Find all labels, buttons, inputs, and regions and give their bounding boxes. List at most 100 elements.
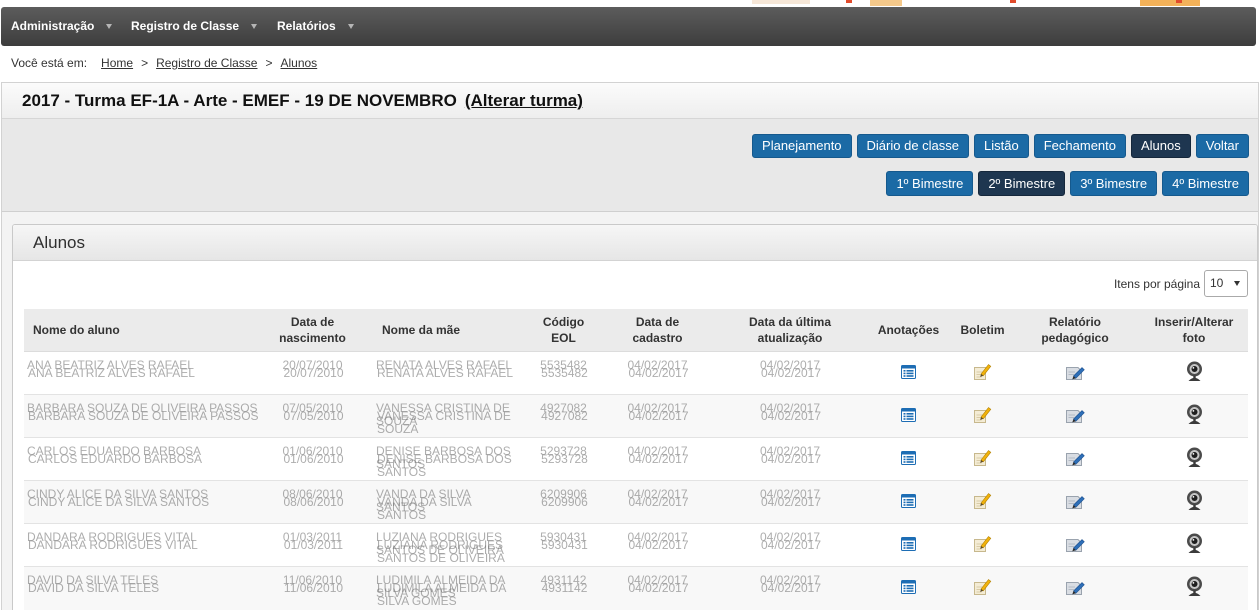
students-button[interactable]: Alunos xyxy=(1131,134,1191,158)
period-button-group: 1º Bimestre 2º Bimestre 3º Bimestre 4º B… xyxy=(886,171,1249,196)
per-page-value: 10 xyxy=(1210,276,1224,290)
annotations-icon[interactable] xyxy=(901,364,916,379)
registration-date-text: 04/02/2017 04/02/2017 xyxy=(600,488,715,509)
mother-name-cell: DENISE BARBOSA DOS SANTOS DENISE BARBOSA … xyxy=(360,437,530,481)
banner-decoration xyxy=(846,0,852,3)
notepad-pencil-icon-cell xyxy=(955,351,1010,395)
mother-name-cell: RENATA ALVES RAFAEL RENATA ALVES RAFAEL xyxy=(360,351,530,395)
breadcrumb-alunos-link[interactable]: Alunos xyxy=(280,56,317,70)
nav-menu-administracao[interactable]: Administração xyxy=(11,7,113,46)
webcam-icon-cell xyxy=(1140,523,1248,567)
nav-menu-registro-de-classe[interactable]: Registro de Classe xyxy=(131,7,258,46)
planning-button[interactable]: Planejamento xyxy=(752,134,852,158)
period-2-button[interactable]: 2º Bimestre xyxy=(978,171,1066,196)
period-1-button[interactable]: 1º Bimestre xyxy=(886,171,974,196)
last-update-date-text: 04/02/2017 04/02/2017 xyxy=(721,574,859,595)
webcam-icon[interactable] xyxy=(1186,490,1203,511)
change-class-link[interactable]: (Alterar turma) xyxy=(465,91,583,110)
annotations-icon[interactable] xyxy=(901,536,916,551)
document-pencil-icon[interactable] xyxy=(1065,406,1086,424)
column-header-photo: Inserir/Alterar foto xyxy=(1140,309,1248,352)
notepad-pencil-icon[interactable] xyxy=(973,577,992,596)
period-3-button[interactable]: 3º Bimestre xyxy=(1070,171,1158,196)
last-update-date-ghost: 04/02/2017 xyxy=(760,581,822,595)
column-header-label: Boletim xyxy=(960,323,1005,337)
table-row: DANDARA RODRIGUES VITAL DANDARA RODRIGUES… xyxy=(24,523,1248,567)
registration-date-ghost: 04/02/2017 xyxy=(628,538,689,552)
document-pencil-icon[interactable] xyxy=(1065,492,1086,510)
table-header-row: Nome do aluno Data de nascimento Nome da… xyxy=(24,309,1248,352)
mother-name-text: LUZIANA RODRIGUES SANTOS DE OLIVEIRA LUZI… xyxy=(376,531,522,565)
birth-date-cell: 07/05/2010 07/05/2010 xyxy=(265,394,360,438)
registration-date-text: 04/02/2017 04/02/2017 xyxy=(600,402,715,423)
closing-button[interactable]: Fechamento xyxy=(1033,134,1126,158)
listao-button[interactable]: Listão xyxy=(974,134,1029,158)
birth-date-ghost: 11/06/2010 xyxy=(283,581,344,595)
students-table-body: ANA BEATRIZ ALVES RAFAEL ANA BEATRIZ ALVE… xyxy=(24,351,1248,610)
eol-code-text: 5293728 5293728 xyxy=(533,445,594,466)
eol-code-cell: 5535482 5535482 xyxy=(530,351,597,395)
last-update-date-cell: 04/02/2017 04/02/2017 xyxy=(718,394,862,438)
eol-code-ghost: 4931142 xyxy=(541,581,588,595)
annotations-icon-cell xyxy=(862,394,955,438)
per-page-select[interactable]: 10 xyxy=(1204,270,1248,297)
birth-date-text: 07/05/2010 07/05/2010 xyxy=(268,402,357,423)
notepad-pencil-icon[interactable] xyxy=(973,534,992,553)
webcam-icon[interactable] xyxy=(1186,447,1203,468)
annotations-icon-cell xyxy=(862,566,955,610)
student-name-cell: DAVID DA SILVA TELES DAVID DA SILVA TELES xyxy=(24,566,265,610)
column-header-label: Código EOL xyxy=(542,315,585,345)
period-4-button[interactable]: 4º Bimestre xyxy=(1162,171,1249,196)
annotations-icon[interactable] xyxy=(901,493,916,508)
class-diary-button[interactable]: Diário de classe xyxy=(856,134,970,158)
per-page-control: Itens por página 10 xyxy=(1114,270,1248,297)
notepad-pencil-icon[interactable] xyxy=(973,405,992,424)
mother-name-cell: VANDA DA SILVA SANTOS VANDA DA SILVA SANT… xyxy=(360,480,530,524)
column-header-mother-name[interactable]: Nome da mãe xyxy=(360,309,530,352)
eol-code-cell: 4931142 4931142 xyxy=(530,566,597,610)
notepad-pencil-icon-cell xyxy=(955,394,1010,438)
column-header-birth-date[interactable]: Data de nascimento xyxy=(265,309,360,352)
chevron-down-icon xyxy=(106,24,113,30)
webcam-icon[interactable] xyxy=(1186,404,1203,425)
chevron-down-icon xyxy=(1234,281,1240,286)
document-pencil-icon[interactable] xyxy=(1065,578,1086,596)
registration-date-ghost: 04/02/2017 xyxy=(628,366,689,380)
document-pencil-icon-cell xyxy=(1010,480,1140,524)
notepad-pencil-icon[interactable] xyxy=(973,448,992,467)
breadcrumb-registro-link[interactable]: Registro de Classe xyxy=(156,56,257,70)
back-button[interactable]: Voltar xyxy=(1195,134,1249,158)
column-header-label: Nome da mãe xyxy=(382,323,461,337)
document-pencil-icon-cell xyxy=(1010,437,1140,481)
annotations-icon[interactable] xyxy=(901,579,916,594)
eol-code-text: 5930431 5930431 xyxy=(533,531,594,552)
column-header-eol-code[interactable]: Código EOL xyxy=(530,309,597,352)
student-name-ghost: DANDARA RODRIGUES VITAL xyxy=(28,538,198,552)
document-pencil-icon[interactable] xyxy=(1065,449,1086,467)
eol-code-cell: 5293728 5293728 xyxy=(530,437,597,481)
birth-date-ghost: 01/06/2010 xyxy=(283,452,344,466)
webcam-icon[interactable] xyxy=(1186,361,1203,382)
eol-code-text: 5535482 5535482 xyxy=(533,359,594,380)
notepad-pencil-icon[interactable] xyxy=(973,491,992,510)
webcam-icon[interactable] xyxy=(1186,533,1203,554)
nav-menu-relatorios[interactable]: Relatórios xyxy=(277,7,354,46)
document-pencil-icon[interactable] xyxy=(1065,535,1086,553)
column-header-student-name[interactable]: Nome do aluno xyxy=(24,309,265,352)
annotations-icon[interactable] xyxy=(901,450,916,465)
webcam-icon-cell xyxy=(1140,437,1248,481)
webcam-icon[interactable] xyxy=(1186,576,1203,597)
registration-date-text: 04/02/2017 04/02/2017 xyxy=(600,574,715,595)
student-name-ghost: ANA BEATRIZ ALVES RAFAEL xyxy=(28,366,195,380)
nav-menu-label: Registro de Classe xyxy=(131,19,240,33)
annotations-icon[interactable] xyxy=(901,407,916,422)
document-pencil-icon[interactable] xyxy=(1065,363,1086,381)
column-header-registration-date[interactable]: Data de cadastro xyxy=(597,309,718,352)
column-header-last-update[interactable]: Data da última atualização xyxy=(718,309,862,352)
class-header: 2017 - Turma EF-1A - Arte - EMEF - 19 DE… xyxy=(2,83,1258,119)
breadcrumb-home-link[interactable]: Home xyxy=(101,56,133,70)
notepad-pencil-icon[interactable] xyxy=(973,362,992,381)
notepad-pencil-icon-cell xyxy=(955,437,1010,481)
banner-decoration xyxy=(1010,0,1016,3)
student-name-text: ANA BEATRIZ ALVES RAFAEL ANA BEATRIZ ALVE… xyxy=(27,359,262,380)
